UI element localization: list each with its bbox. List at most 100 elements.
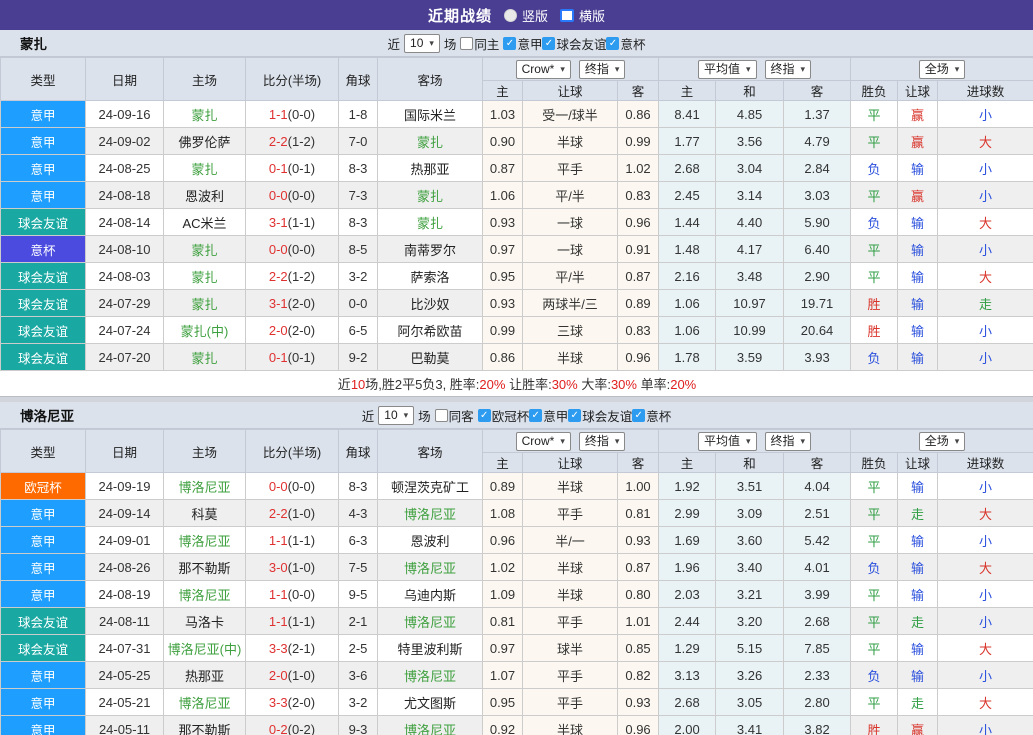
avg-home: 2.16 [658, 262, 717, 290]
halftime-score: (2-0) [287, 295, 316, 311]
corner-score: 8-5 [338, 235, 378, 263]
match-row: 球会友谊 24-08-14 AC米兰 3-1(1-1) 8-3 蒙扎 0.93 一球 0.96 1… [0, 208, 1033, 236]
recent-count-select[interactable]: 10 ▾ [378, 405, 415, 425]
halftime-score: (0-0) [287, 241, 316, 257]
horizontal-label: 横版 [579, 8, 606, 24]
odds-handicap-line: 半球 [522, 472, 618, 500]
result-goals: 小 [937, 181, 1033, 209]
odds-away: 0.83 [616, 316, 660, 344]
filter-checkbox[interactable]: ✓ 意杯 [632, 406, 671, 425]
match-score: 3-3(2-0) [245, 688, 339, 716]
result-outcome: 平 [850, 499, 899, 527]
final-index-select[interactable]: 终指 ▾ [578, 59, 626, 79]
avg-home: 2.99 [658, 499, 717, 527]
odds-group-header: Crow* ▾ 终指 ▾ [481, 429, 660, 453]
same-venue-filter[interactable]: 同主 [460, 34, 499, 53]
checkbox-checked-icon[interactable]: ✓ [529, 408, 543, 422]
competition-badge: 球会友谊 [0, 289, 86, 317]
sub-header-goals: 进球数 [937, 452, 1033, 473]
checkbox-checked-icon[interactable]: ✓ [632, 408, 646, 422]
filter-checkbox[interactable]: ✓ 球会友谊 [568, 406, 632, 425]
home-team: 那不勒斯 [163, 553, 246, 581]
avg-draw: 3.21 [715, 580, 785, 608]
bookmaker-select[interactable]: Crow* ▾ [515, 59, 571, 79]
final-index-select[interactable]: 终指 ▾ [578, 431, 626, 451]
odds-group-header: Crow* ▾ 终指 ▾ [481, 57, 660, 81]
corner-score: 8-3 [338, 208, 378, 236]
scope-select[interactable]: 全场 ▾ [918, 431, 966, 451]
checkbox-checked-icon[interactable]: ✓ [606, 36, 620, 50]
checkbox-checked-icon[interactable]: ✓ [542, 36, 556, 50]
same-venue-filter[interactable]: 同客 [434, 406, 474, 425]
corner-score: 3-6 [338, 661, 378, 689]
odds-away: 1.01 [616, 607, 660, 635]
checkbox-unchecked-icon[interactable] [460, 36, 474, 50]
col-header-type: 类型 [0, 429, 86, 473]
corner-score: 3-2 [338, 688, 378, 716]
checkbox-checked-icon[interactable]: ✓ [477, 408, 491, 422]
result-goals: 大 [937, 127, 1033, 155]
checkbox-checked-icon[interactable]: ✓ [503, 36, 517, 50]
odds-handicap-line: 平手 [522, 154, 618, 182]
away-team: 国际米兰 [377, 100, 483, 128]
result-handicap: 赢 [897, 127, 939, 155]
final-index-select[interactable]: 终指 ▾ [764, 431, 812, 451]
layout-vertical-radio[interactable]: 竖版 [503, 6, 548, 25]
odds-handicap-line: 半/一 [522, 526, 618, 554]
filter-checkbox[interactable]: ✓ 意甲 [503, 34, 542, 53]
match-date: 24-07-20 [85, 343, 164, 371]
col-header-score: 比分(半场) [245, 57, 339, 101]
layout-horizontal-radio[interactable]: 横版 [560, 6, 605, 25]
home-team: 科莫 [163, 499, 246, 527]
bookmaker-select[interactable]: Crow* ▾ [515, 431, 571, 451]
odds-away: 0.87 [616, 262, 660, 290]
fulltime-score: 0-0 [268, 241, 288, 257]
avg-draw: 3.09 [715, 499, 785, 527]
filter-checkbox[interactable]: ✓ 欧冠杯 [477, 406, 529, 425]
radio-selected-icon[interactable] [560, 8, 574, 22]
chevron-down-icon: ▾ [800, 63, 806, 74]
away-team: 尤文图斯 [377, 688, 483, 716]
chevron-down-icon: ▾ [614, 63, 620, 74]
checkbox-unchecked-icon[interactable] [434, 408, 448, 422]
away-team: 博洛尼亚 [377, 715, 483, 735]
summary-row: 近10场,胜2平5负3, 胜率:20% 让胜率:30% 大率:30% 单率:20… [0, 370, 1033, 396]
match-score: 0-2(0-2) [245, 715, 339, 735]
fulltime-score: 2-0 [268, 322, 288, 338]
corner-score: 1-8 [338, 100, 378, 128]
halftime-score: (1-0) [287, 559, 316, 575]
away-team: 恩波利 [377, 526, 483, 554]
radio-unselected-icon[interactable] [503, 8, 517, 22]
fulltime-score: 3-1 [268, 295, 288, 311]
final-index-select[interactable]: 终指 ▾ [764, 59, 812, 79]
away-team: 南蒂罗尔 [377, 235, 483, 263]
odds-away: 0.81 [616, 499, 660, 527]
odds-away: 0.87 [616, 553, 660, 581]
team-name-text: 博洛尼亚 [403, 614, 456, 630]
result-goals: 大 [937, 634, 1033, 662]
average-select[interactable]: 平均值 ▾ [697, 431, 757, 451]
avg-draw: 5.15 [715, 634, 785, 662]
checkbox-checked-icon[interactable]: ✓ [568, 408, 582, 422]
fulltime-score: 3-3 [268, 694, 288, 710]
odds-away: 0.85 [616, 634, 660, 662]
team-name-text: 南蒂罗尔 [403, 242, 456, 258]
result-handicap: 赢 [897, 100, 939, 128]
section-monza: 蒙扎 近 10 ▾ 场 同主 ✓ 意甲 ✓ 球会友谊 ✓ 意杯 类型 日期 主场… [0, 30, 1033, 396]
filter-checkbox[interactable]: ✓ 意杯 [606, 34, 645, 53]
average-select[interactable]: 平均值 ▾ [697, 59, 757, 79]
match-score: 3-1(1-1) [245, 208, 339, 236]
filter-checkbox[interactable]: ✓ 球会友谊 [542, 34, 606, 53]
odds-away: 1.00 [616, 472, 660, 500]
scope-select[interactable]: 全场 ▾ [918, 59, 966, 79]
fulltime-score: 3-1 [268, 214, 288, 230]
competition-badge: 意甲 [0, 154, 86, 182]
filter-checkbox[interactable]: ✓ 意甲 [529, 406, 568, 425]
halftime-score: (2-1) [287, 640, 316, 656]
odds-home: 0.93 [482, 208, 523, 236]
recent-count-select[interactable]: 10 ▾ [404, 33, 440, 53]
match-score: 0-0(0-0) [245, 235, 339, 263]
halftime-score: (0-0) [287, 187, 316, 203]
fulltime-score: 3-3 [268, 640, 288, 656]
match-row: 意甲 24-09-14 科莫 2-2(1-0) 4-3 博洛尼亚 1.08 平手 0.81 2.9… [0, 499, 1033, 527]
